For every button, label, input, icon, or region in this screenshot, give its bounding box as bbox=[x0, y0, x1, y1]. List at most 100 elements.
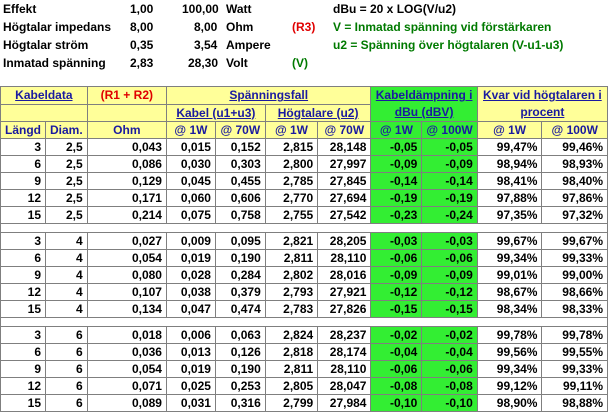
cell-damp-100w[interactable]: -0,04 bbox=[421, 343, 478, 361]
header-langd[interactable]: Längd bbox=[0, 121, 46, 139]
cell-hogt-70w[interactable]: 27,694 bbox=[317, 189, 372, 207]
cell-kabel-70w[interactable]: 0,474 bbox=[214, 300, 266, 318]
cell-damp-1w[interactable]: -0,12 bbox=[370, 283, 423, 301]
cell-kabel-70w[interactable]: 0,152 bbox=[214, 138, 266, 156]
header-kvar[interactable]: Kvar vid högtalaren i procent bbox=[476, 86, 608, 122]
info-value-1[interactable]: 2,83 bbox=[130, 54, 153, 72]
cell-kabel-70w[interactable]: 0,095 bbox=[214, 232, 266, 250]
cell-kabel-70w[interactable]: 0,303 bbox=[214, 155, 266, 173]
cell-kvar-1w[interactable]: 99,01% bbox=[476, 266, 543, 284]
cell-damp-1w[interactable]: -0,02 bbox=[370, 326, 423, 344]
cell-kabel-1w[interactable]: 0,030 bbox=[165, 155, 216, 173]
cell-diam[interactable]: 4 bbox=[45, 300, 88, 318]
note-v[interactable]: V = Inmatad spänning vid förstärkaren bbox=[333, 18, 551, 36]
cell-damp-100w[interactable]: -0,05 bbox=[421, 138, 478, 156]
cell-damp-1w[interactable]: -0,19 bbox=[370, 189, 423, 207]
cell-ohm[interactable]: 0,054 bbox=[86, 249, 167, 267]
cell-kvar-1w[interactable]: 98,90% bbox=[476, 394, 543, 412]
cell-ohm[interactable]: 0,018 bbox=[86, 326, 167, 344]
cell-kvar-100w[interactable]: 99,33% bbox=[541, 249, 608, 267]
cell-kvar-1w[interactable]: 98,94% bbox=[476, 155, 543, 173]
cell-damp-100w[interactable]: -0,06 bbox=[421, 360, 478, 378]
cell-kvar-100w[interactable]: 99,78% bbox=[541, 326, 608, 344]
cell-damp-100w[interactable]: -0,08 bbox=[421, 377, 478, 395]
info-value-1[interactable]: 0,35 bbox=[130, 36, 153, 54]
cell-hogt-1w[interactable]: 2,783 bbox=[264, 300, 319, 318]
cell-langd[interactable]: 9 bbox=[0, 266, 46, 284]
header-blank[interactable] bbox=[0, 103, 88, 122]
cell-damp-1w[interactable]: -0,06 bbox=[370, 249, 423, 267]
cell-kabel-70w[interactable]: 0,126 bbox=[214, 343, 266, 361]
cell-langd[interactable]: 12 bbox=[0, 377, 46, 395]
cell-ohm[interactable]: 0,080 bbox=[86, 266, 167, 284]
cell-damp-1w[interactable]: -0,05 bbox=[370, 138, 423, 156]
cell-kabel-70w[interactable]: 0,606 bbox=[214, 189, 266, 207]
header-spanningsfall[interactable]: Spänningsfall bbox=[165, 86, 372, 105]
info-tag[interactable]: (R3) bbox=[292, 18, 315, 36]
cell-ohm[interactable]: 0,129 bbox=[86, 172, 167, 190]
cell-langd[interactable]: 6 bbox=[0, 343, 46, 361]
cell-hogt-70w[interactable]: 28,148 bbox=[317, 138, 372, 156]
cell-kvar-1w[interactable]: 98,67% bbox=[476, 283, 543, 301]
info-label[interactable]: Högtalar ström bbox=[3, 36, 88, 54]
cell-langd[interactable]: 3 bbox=[0, 232, 46, 250]
header-kabel-1w[interactable]: @ 1W bbox=[165, 121, 216, 139]
cell-langd[interactable]: 15 bbox=[0, 394, 46, 412]
cell-damp-1w[interactable]: -0,10 bbox=[370, 394, 423, 412]
cell-ohm[interactable]: 0,171 bbox=[86, 189, 167, 207]
cell-langd[interactable]: 6 bbox=[0, 249, 46, 267]
cell-diam[interactable]: 6 bbox=[45, 394, 88, 412]
header-kvar-1w[interactable]: @ 1W bbox=[476, 121, 543, 139]
cell-hogt-70w[interactable]: 28,016 bbox=[317, 266, 372, 284]
cell-kvar-1w[interactable]: 99,12% bbox=[476, 377, 543, 395]
cell-hogt-70w[interactable]: 28,110 bbox=[317, 249, 372, 267]
cell-hogt-1w[interactable]: 2,802 bbox=[264, 266, 319, 284]
info-value-2[interactable]: 100,00 bbox=[182, 0, 219, 18]
cell-ohm[interactable]: 0,036 bbox=[86, 343, 167, 361]
cell-kabel-1w[interactable]: 0,015 bbox=[165, 138, 216, 156]
cell-hogt-1w[interactable]: 2,799 bbox=[264, 394, 319, 412]
cell-kvar-1w[interactable]: 99,67% bbox=[476, 232, 543, 250]
cell-kabel-1w[interactable]: 0,013 bbox=[165, 343, 216, 361]
cell-langd[interactable]: 3 bbox=[0, 138, 46, 156]
info-label[interactable]: Högtalar impedans bbox=[3, 18, 111, 36]
cell-kvar-100w[interactable]: 99,67% bbox=[541, 232, 608, 250]
info-label[interactable]: Effekt bbox=[3, 0, 36, 18]
cell-damp-1w[interactable]: -0,15 bbox=[370, 300, 423, 318]
cell-diam[interactable]: 2,5 bbox=[45, 138, 88, 156]
cell-kabel-70w[interactable]: 0,758 bbox=[214, 206, 266, 224]
cell-diam[interactable]: 6 bbox=[45, 360, 88, 378]
cell-diam[interactable]: 4 bbox=[45, 249, 88, 267]
cell-hogt-70w[interactable]: 27,997 bbox=[317, 155, 372, 173]
cell-kabel-70w[interactable]: 0,190 bbox=[214, 249, 266, 267]
cell-hogt-1w[interactable]: 2,755 bbox=[264, 206, 319, 224]
header-hogtalare[interactable]: Högtalare (u2) bbox=[264, 103, 372, 122]
cell-diam[interactable]: 4 bbox=[45, 266, 88, 284]
header-blank[interactable] bbox=[86, 103, 167, 122]
cell-langd[interactable]: 12 bbox=[0, 189, 46, 207]
cell-hogt-70w[interactable]: 28,237 bbox=[317, 326, 372, 344]
cell-kvar-100w[interactable]: 99,33% bbox=[541, 360, 608, 378]
cell-kabel-1w[interactable]: 0,019 bbox=[165, 360, 216, 378]
cell-damp-100w[interactable]: -0,10 bbox=[421, 394, 478, 412]
cell-kvar-1w[interactable]: 99,47% bbox=[476, 138, 543, 156]
cell-kvar-100w[interactable]: 99,11% bbox=[541, 377, 608, 395]
cell-damp-100w[interactable]: -0,06 bbox=[421, 249, 478, 267]
cell-ohm[interactable]: 0,134 bbox=[86, 300, 167, 318]
cell-kabel-1w[interactable]: 0,045 bbox=[165, 172, 216, 190]
info-unit[interactable]: Watt bbox=[226, 0, 252, 18]
cell-langd[interactable]: 15 bbox=[0, 206, 46, 224]
cell-kabel-70w[interactable]: 0,253 bbox=[214, 377, 266, 395]
cell-kvar-1w[interactable]: 97,35% bbox=[476, 206, 543, 224]
cell-hogt-1w[interactable]: 2,818 bbox=[264, 343, 319, 361]
cell-kabel-70w[interactable]: 0,316 bbox=[214, 394, 266, 412]
cell-ohm[interactable]: 0,214 bbox=[86, 206, 167, 224]
cell-hogt-1w[interactable]: 2,824 bbox=[264, 326, 319, 344]
cell-kvar-100w[interactable]: 98,93% bbox=[541, 155, 608, 173]
cell-hogt-1w[interactable]: 2,811 bbox=[264, 360, 319, 378]
cell-langd[interactable]: 9 bbox=[0, 172, 46, 190]
cell-hogt-1w[interactable]: 2,815 bbox=[264, 138, 319, 156]
note-u2[interactable]: u2 = Spänning över högtalaren (V-u1-u3) bbox=[333, 36, 563, 54]
header-kabel[interactable]: Kabel (u1+u3) bbox=[165, 103, 266, 122]
cell-kabel-1w[interactable]: 0,031 bbox=[165, 394, 216, 412]
